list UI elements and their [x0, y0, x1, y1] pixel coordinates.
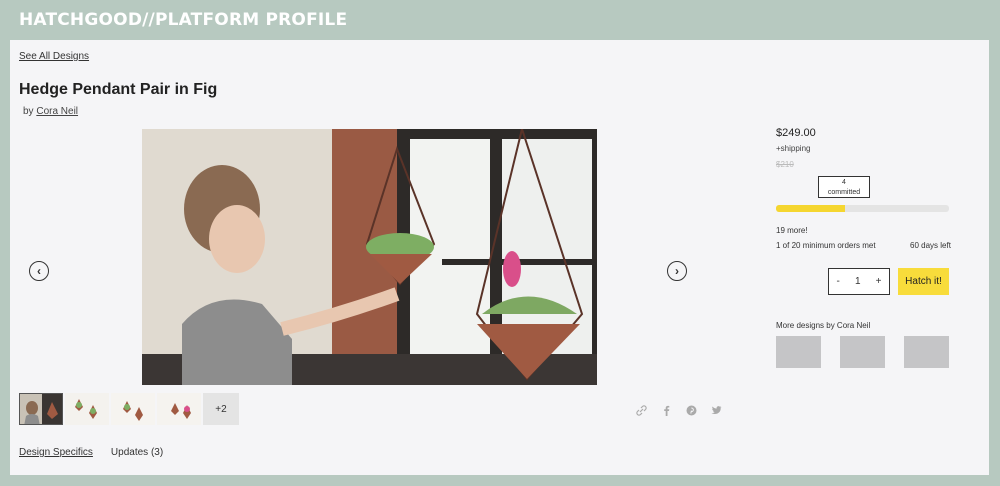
- more-needed-text: 19 more!: [776, 226, 808, 235]
- detail-tabs: Design Specifics Updates (3): [19, 447, 163, 458]
- thumbnail-1[interactable]: [19, 393, 63, 425]
- more-design-thumbnail[interactable]: [904, 336, 949, 368]
- link-icon[interactable]: [636, 405, 647, 416]
- thumbnail-3[interactable]: [111, 393, 155, 425]
- decrement-button[interactable]: -: [837, 276, 840, 287]
- committed-count: 4: [842, 179, 846, 186]
- gallery-prev-button[interactable]: ‹: [29, 261, 49, 281]
- chevron-left-icon: ‹: [37, 264, 41, 278]
- more-design-thumbnail[interactable]: [776, 336, 821, 368]
- hero-image: [142, 129, 597, 385]
- retail-price: $210: [776, 160, 794, 169]
- quantity-value[interactable]: 1: [855, 276, 861, 287]
- thumbnail-4[interactable]: [157, 393, 201, 425]
- quantity-stepper: - 1 +: [828, 268, 890, 295]
- facebook-icon[interactable]: [661, 405, 672, 416]
- days-left-text: 60 days left: [910, 241, 951, 250]
- pinterest-icon[interactable]: [686, 405, 697, 416]
- chevron-right-icon: ›: [675, 264, 679, 278]
- byline: by Cora Neil: [23, 106, 78, 117]
- more-design-thumbnail[interactable]: [840, 336, 885, 368]
- see-all-designs-link[interactable]: See All Designs: [19, 51, 89, 62]
- order-progress-bar: [776, 205, 949, 212]
- byline-prefix: by: [23, 106, 34, 117]
- banner-title: HATCHGOOD//PLATFORM PROFILE: [19, 10, 348, 30]
- orders-met-text: 1 of 20 minimum orders met: [776, 241, 876, 250]
- committed-tooltip: 4 committed: [818, 176, 870, 198]
- shipping-note: +shipping: [776, 144, 811, 153]
- order-progress-fill: [776, 205, 846, 212]
- more-designs-heading: More designs by Cora Neil: [776, 321, 871, 330]
- twitter-icon[interactable]: [711, 405, 722, 416]
- author-link[interactable]: Cora Neil: [36, 106, 78, 117]
- share-icons: [636, 405, 722, 416]
- thumbnail-2[interactable]: [65, 393, 109, 425]
- increment-button[interactable]: +: [876, 276, 882, 287]
- tab-updates[interactable]: Updates (3): [111, 447, 163, 458]
- page-title: Hedge Pendant Pair in Fig: [19, 81, 218, 98]
- product-panel: See All Designs Hedge Pendant Pair in Fi…: [10, 40, 989, 475]
- committed-label: committed: [827, 189, 861, 196]
- more-thumbnails-button[interactable]: +2: [203, 393, 239, 425]
- gallery-thumbnails: +2: [19, 393, 239, 425]
- tab-design-specifics[interactable]: Design Specifics: [19, 447, 93, 458]
- hatch-it-button[interactable]: Hatch it!: [898, 268, 949, 295]
- gallery-next-button[interactable]: ›: [667, 261, 687, 281]
- price: $249.00: [776, 127, 816, 139]
